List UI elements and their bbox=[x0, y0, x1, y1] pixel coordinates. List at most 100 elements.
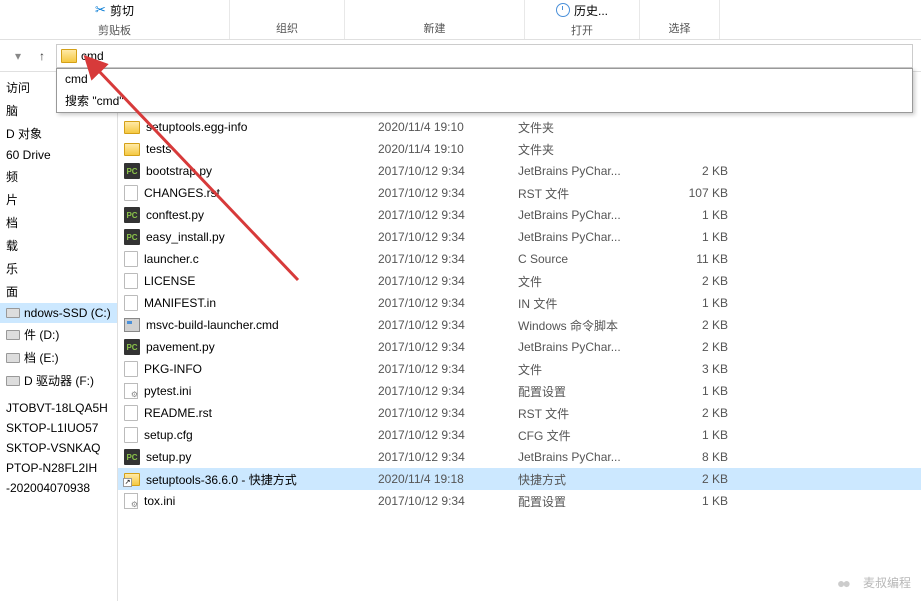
file-name: pavement.py bbox=[146, 340, 215, 354]
file-type: RST 文件 bbox=[518, 185, 668, 202]
history-icon[interactable] bbox=[556, 3, 570, 17]
file-type: JetBrains PyChar... bbox=[518, 230, 668, 244]
file-size: 1 KB bbox=[668, 230, 738, 244]
file-row[interactable]: launcher.c2017/10/12 9:34C Source11 KB bbox=[118, 248, 921, 270]
file-row[interactable]: msvc-build-launcher.cmd2017/10/12 9:34Wi… bbox=[118, 314, 921, 336]
sidebar-item[interactable]: -202004070938 bbox=[0, 478, 117, 498]
file-row[interactable]: MANIFEST.in2017/10/12 9:34IN 文件1 KB bbox=[118, 292, 921, 314]
sidebar-item[interactable]: PTOP-N28FL2IH bbox=[0, 458, 117, 478]
file-row[interactable]: pytest.ini2017/10/12 9:34配置设置1 KB bbox=[118, 380, 921, 402]
ribbon-open-group: 历史... 打开 bbox=[525, 0, 640, 39]
file-row[interactable]: PCpavement.py2017/10/12 9:34JetBrains Py… bbox=[118, 336, 921, 358]
address-bar[interactable] bbox=[56, 44, 913, 68]
sidebar-item-label: D 对象 bbox=[6, 125, 42, 142]
file-row[interactable]: setuptools-36.6.0 - 快捷方式2020/11/4 19:18快… bbox=[118, 468, 921, 490]
file-type: CFG 文件 bbox=[518, 427, 668, 444]
file-type: JetBrains PyChar... bbox=[518, 340, 668, 354]
file-row[interactable]: PC easy_install.py 2017/10/12 9:34JetBrain… bbox=[118, 226, 921, 248]
file-row[interactable]: setup.cfg2017/10/12 9:34CFG 文件1 KB bbox=[118, 424, 921, 446]
suggestion-search[interactable]: 搜索 "cmd" bbox=[57, 89, 912, 112]
file-row[interactable]: README.rst2017/10/12 9:34RST 文件2 KB bbox=[118, 402, 921, 424]
file-date: 2017/10/12 9:34 bbox=[378, 186, 518, 200]
sidebar-item[interactable]: 件 (D:) bbox=[0, 323, 117, 346]
sidebar-item[interactable]: 乐 bbox=[0, 257, 117, 280]
navigation-bar: ▾ ↑ cmd 搜索 "cmd" bbox=[0, 40, 921, 72]
file-name: setup.py bbox=[146, 450, 191, 464]
file-row[interactable]: PCconftest.py2017/10/12 9:34JetBrains Py… bbox=[118, 204, 921, 226]
file-size: 2 KB bbox=[668, 164, 738, 178]
cut-label[interactable]: 剪切 bbox=[110, 2, 134, 19]
drive-icon bbox=[6, 330, 20, 340]
file-size: 107 KB bbox=[668, 186, 738, 200]
file-name: conftest.py bbox=[146, 208, 204, 222]
nav-dropdown-arrow[interactable]: ▾ bbox=[8, 46, 28, 66]
wechat-icon bbox=[837, 575, 857, 591]
sidebar-item[interactable]: 片 bbox=[0, 188, 117, 211]
file-size: 1 KB bbox=[668, 494, 738, 508]
file-size: 2 KB bbox=[668, 340, 738, 354]
organize-group-label: 组织 bbox=[276, 20, 298, 36]
file-name: tests bbox=[146, 142, 171, 156]
file-row[interactable]: LICENSE2017/10/12 9:34文件2 KB bbox=[118, 270, 921, 292]
sidebar-item[interactable]: SKTOP-L1IUO57 bbox=[0, 418, 117, 438]
sidebar-item[interactable]: D 驱动器 (F:) bbox=[0, 369, 117, 392]
folder-icon bbox=[61, 49, 77, 63]
new-group-label: 新建 bbox=[424, 20, 446, 36]
file-name: easy_install.py bbox=[146, 230, 225, 244]
ribbon-organize-group: 组织 bbox=[230, 0, 345, 39]
file-size: 3 KB bbox=[668, 362, 738, 376]
sidebar-item-label: -202004070938 bbox=[6, 481, 90, 495]
sidebar-item[interactable]: 60 Drive bbox=[0, 145, 117, 165]
drive-icon bbox=[6, 376, 20, 386]
sidebar-item[interactable]: JTOBVT-18LQA5H bbox=[0, 398, 117, 418]
sidebar-item[interactable]: 面 bbox=[0, 280, 117, 303]
sidebar-item-label: 访问 bbox=[6, 79, 30, 96]
file-row[interactable]: PCbootstrap.py2017/10/12 9:34JetBrains P… bbox=[118, 160, 921, 182]
sidebar-item-label: D 驱动器 (F:) bbox=[24, 372, 94, 389]
sidebar-item[interactable]: 频 bbox=[0, 165, 117, 188]
file-list: pkg_resources2020/11/4 19:10文件夹setuptool… bbox=[118, 72, 921, 601]
sidebar-item-label: 载 bbox=[6, 237, 18, 254]
sidebar-item[interactable]: SKTOP-VSNKAQ bbox=[0, 438, 117, 458]
file-date: 2017/10/12 9:34 bbox=[378, 230, 518, 244]
file-icon bbox=[124, 185, 138, 201]
ribbon-clipboard-group: ✂ 剪切 剪贴板 bbox=[0, 0, 230, 39]
file-row[interactable]: CHANGES.rst2017/10/12 9:34RST 文件107 KB bbox=[118, 182, 921, 204]
file-icon bbox=[124, 405, 138, 421]
history-label[interactable]: 历史... bbox=[574, 2, 608, 19]
sidebar-item[interactable]: 档 (E:) bbox=[0, 346, 117, 369]
file-name: bootstrap.py bbox=[146, 164, 212, 178]
file-row[interactable]: tests2020/11/4 19:10文件夹 bbox=[118, 138, 921, 160]
suggestion-cmd[interactable]: cmd bbox=[57, 69, 912, 89]
nav-up-arrow[interactable]: ↑ bbox=[32, 46, 52, 66]
file-date: 2017/10/12 9:34 bbox=[378, 450, 518, 464]
file-row[interactable]: PCsetup.py2017/10/12 9:34JetBrains PyCha… bbox=[118, 446, 921, 468]
py-icon: PC bbox=[124, 207, 140, 223]
file-type: 文件 bbox=[518, 273, 668, 290]
file-date: 2017/10/12 9:34 bbox=[378, 318, 518, 332]
select-group-label: 选择 bbox=[669, 20, 691, 36]
address-input[interactable] bbox=[81, 49, 908, 63]
file-type: RST 文件 bbox=[518, 405, 668, 422]
file-date: 2020/11/4 19:10 bbox=[378, 120, 518, 134]
ribbon-new-group: 新建 bbox=[345, 0, 525, 39]
file-size: 2 KB bbox=[668, 472, 738, 486]
sidebar-item-label: 档 bbox=[6, 214, 18, 231]
cut-icon[interactable]: ✂ bbox=[95, 2, 106, 18]
file-row[interactable]: PKG-INFO2017/10/12 9:34文件3 KB bbox=[118, 358, 921, 380]
py-icon: PC bbox=[124, 229, 140, 245]
file-name: PKG-INFO bbox=[144, 362, 202, 376]
file-name: MANIFEST.in bbox=[144, 296, 216, 310]
file-type: 文件夹 bbox=[518, 119, 668, 136]
file-row[interactable]: setuptools.egg-info2020/11/4 19:10文件夹 bbox=[118, 116, 921, 138]
ini-icon bbox=[124, 383, 138, 399]
sidebar-item[interactable]: 载 bbox=[0, 234, 117, 257]
file-date: 2017/10/12 9:34 bbox=[378, 296, 518, 310]
sidebar-item[interactable]: D 对象 bbox=[0, 122, 117, 145]
file-date: 2017/10/12 9:34 bbox=[378, 208, 518, 222]
sidebar-item-label: 档 (E:) bbox=[24, 349, 59, 366]
sidebar-item[interactable]: 档 bbox=[0, 211, 117, 234]
file-row[interactable]: tox.ini2017/10/12 9:34配置设置1 KB bbox=[118, 490, 921, 512]
file-date: 2020/11/4 19:18 bbox=[378, 472, 518, 486]
sidebar-item[interactable]: ndows-SSD (C:) bbox=[0, 303, 117, 323]
